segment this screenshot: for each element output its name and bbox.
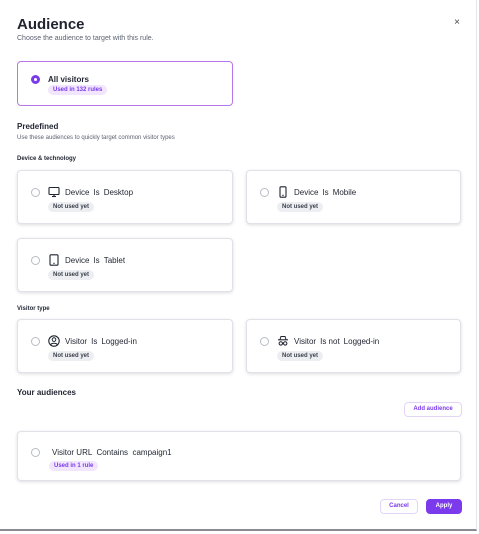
condition-subject: Device xyxy=(294,188,319,197)
device-mobile-radio[interactable] xyxy=(260,188,269,197)
visitor-logged-in-usage-badge: Not used yet xyxy=(48,351,95,361)
audience-option-visitor-not-logged-in[interactable]: Visitor Is not Logged-in Not used yet xyxy=(246,319,461,373)
device-group-title: Device & technology xyxy=(17,156,77,162)
cancel-button[interactable]: Cancel xyxy=(380,499,418,514)
audience-modal: Audience Choose the audience to target w… xyxy=(0,0,477,531)
device-tablet-usage-badge: Not used yet xyxy=(48,270,95,280)
incognito-icon xyxy=(277,335,289,347)
modal-title: Audience xyxy=(17,16,85,33)
visitor-not-logged-in-label: Visitor Is not Logged-in xyxy=(294,337,379,346)
audience-option-device-mobile[interactable]: Device Is Mobile Not used yet xyxy=(246,170,461,224)
condition-subject: Device xyxy=(65,256,90,265)
visitor-logged-in-label: Visitor Is Logged-in xyxy=(65,337,137,346)
add-audience-button[interactable]: Add audience xyxy=(404,402,462,417)
all-visitors-usage-badge: Used in 132 rules xyxy=(48,85,108,95)
visitor-url-usage-badge: Used in 1 rule xyxy=(49,461,99,471)
tablet-icon xyxy=(48,254,60,266)
condition-operator: Is xyxy=(93,256,100,265)
all-visitors-label: All visitors xyxy=(48,75,89,84)
audience-option-visitor-logged-in[interactable]: Visitor Is Logged-in Not used yet xyxy=(17,319,233,373)
condition-operator: Is xyxy=(91,337,98,346)
all-visitors-radio[interactable] xyxy=(31,75,40,84)
device-desktop-radio[interactable] xyxy=(31,188,40,197)
condition-subject: Visitor xyxy=(294,337,317,346)
condition-value: Logged-in xyxy=(343,337,380,346)
visitor-group-title: Visitor type xyxy=(17,306,50,312)
your-audiences-title: Your audiences xyxy=(17,388,76,397)
condition-subject: Visitor xyxy=(65,337,88,346)
condition-subject: Device xyxy=(65,188,90,197)
device-desktop-usage-badge: Not used yet xyxy=(48,202,95,212)
visitor-url-radio[interactable] xyxy=(31,448,40,457)
predefined-subtitle: Use these audiences to quickly target co… xyxy=(17,135,175,141)
condition-value: Mobile xyxy=(332,188,357,197)
audience-option-visitor-url[interactable]: Visitor URL Contains campaign1 Used in 1… xyxy=(17,431,461,481)
audience-option-device-tablet[interactable]: Device Is Tablet Not used yet xyxy=(17,238,233,292)
visitor-logged-in-radio[interactable] xyxy=(31,337,40,346)
condition-operator: Is xyxy=(322,188,329,197)
all-visitors-option[interactable]: All visitors Used in 132 rules xyxy=(17,61,233,106)
user-circle-icon xyxy=(48,335,60,347)
visitor-not-logged-in-radio[interactable] xyxy=(260,337,269,346)
device-desktop-label: Device Is Desktop xyxy=(65,188,133,197)
condition-operator: Is not xyxy=(320,337,340,346)
modal-subtitle: Choose the audience to target with this … xyxy=(17,35,154,42)
visitor-not-logged-in-usage-badge: Not used yet xyxy=(277,351,324,361)
desktop-icon xyxy=(48,186,60,198)
condition-value: Logged-in xyxy=(101,337,137,346)
device-mobile-label: Device Is Mobile xyxy=(294,188,356,197)
condition-operator: Is xyxy=(93,188,100,197)
device-tablet-label: Device Is Tablet xyxy=(65,256,125,265)
condition-value: Tablet xyxy=(103,256,126,265)
mobile-icon xyxy=(277,186,289,198)
visitor-url-label: Visitor URL Contains campaign1 xyxy=(52,448,172,457)
predefined-title: Predefined xyxy=(17,122,59,131)
condition-value: Desktop xyxy=(103,188,134,197)
apply-button[interactable]: Apply xyxy=(426,499,462,514)
audience-option-device-desktop[interactable]: Device Is Desktop Not used yet xyxy=(17,170,233,224)
device-mobile-usage-badge: Not used yet xyxy=(277,202,324,212)
device-tablet-radio[interactable] xyxy=(31,256,40,265)
close-icon[interactable]: × xyxy=(450,16,464,30)
